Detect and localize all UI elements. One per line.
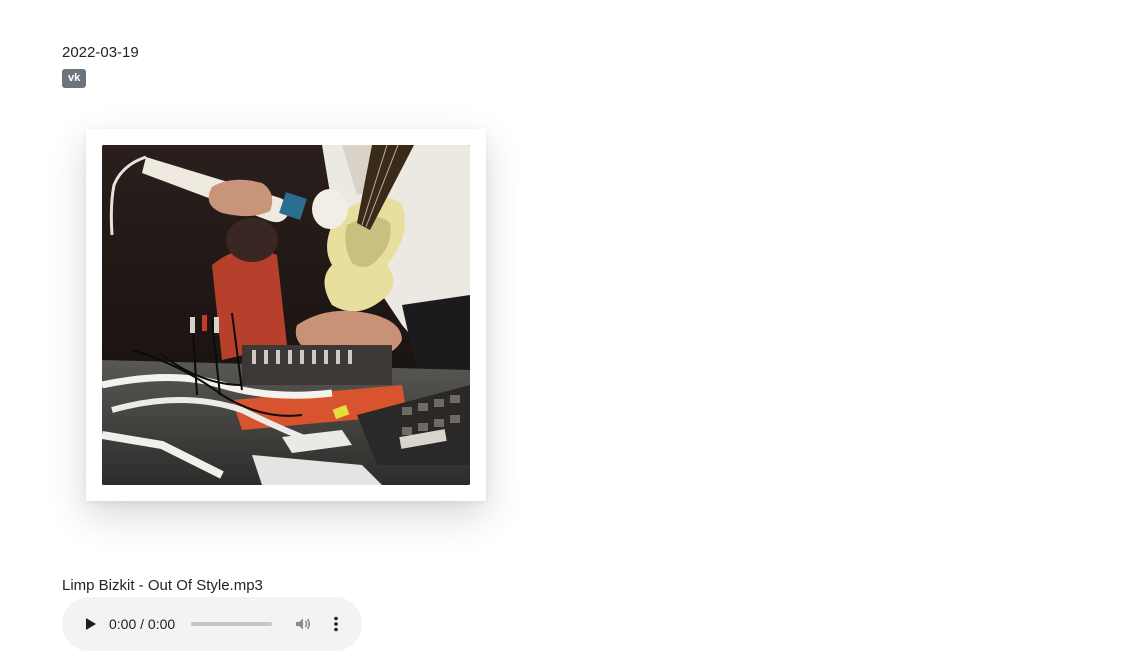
seek-slider[interactable]	[191, 622, 272, 626]
tag-badge[interactable]: vk	[62, 69, 87, 88]
cover-photo-illustration	[102, 145, 470, 485]
volume-icon[interactable]	[293, 614, 313, 634]
post-page: 2022-03-19 vk Limp Bizkit - Out Of Style…	[0, 0, 1141, 669]
post-date: 2022-03-19	[62, 44, 139, 61]
audio-file-name: Limp Bizkit - Out Of Style.mp3	[62, 577, 263, 594]
audio-player: 0:00 / 0:00	[62, 597, 362, 651]
audio-time: 0:00 / 0:00	[109, 616, 176, 632]
cover-photo[interactable]	[102, 145, 470, 485]
more-vertical-icon[interactable]	[326, 614, 346, 634]
play-icon[interactable]	[80, 614, 100, 634]
photo-card	[86, 129, 486, 501]
